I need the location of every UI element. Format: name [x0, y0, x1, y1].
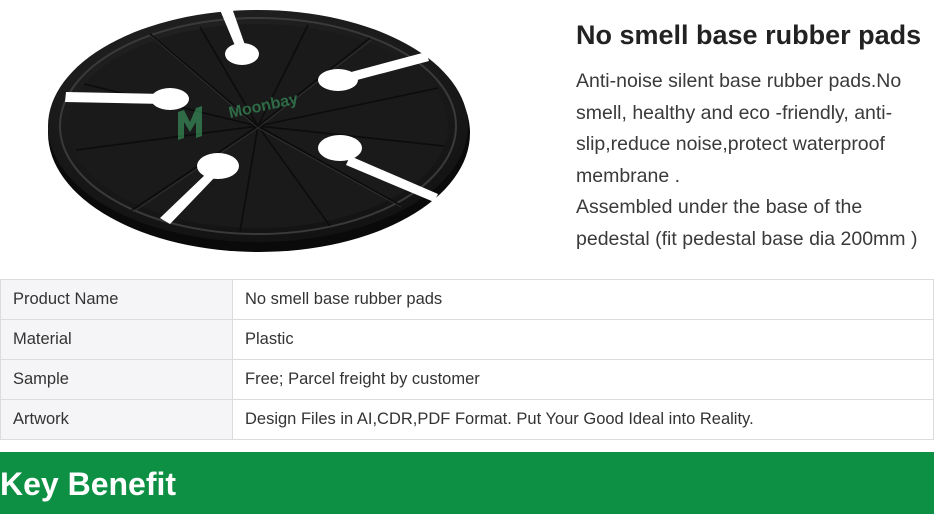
spec-value: Free; Parcel freight by customer	[232, 359, 934, 400]
description-paragraph: Anti-noise silent base rubber pads.No sm…	[576, 70, 902, 187]
table-row: Product Name No smell base rubber pads	[0, 279, 934, 320]
table-row: Sample Free; Parcel freight by customer	[0, 359, 934, 400]
spec-label: Sample	[0, 359, 233, 400]
product-title: No smell base rubber pads	[576, 20, 922, 50]
table-row: Artwork Design Files in AI,CDR,PDF Forma…	[0, 399, 934, 440]
spec-value: Design Files in AI,CDR,PDF Format. Put Y…	[232, 399, 934, 440]
spec-label: Material	[0, 319, 233, 360]
product-description: Anti-noise silent base rubber pads.No sm…	[576, 66, 928, 255]
spec-table: Product Name No smell base rubber pads M…	[0, 279, 934, 440]
product-hero: Moonbay No smell base rubber pads Anti-n…	[0, 0, 934, 270]
product-image: Moonbay	[48, 8, 470, 252]
spec-value: No smell base rubber pads	[232, 279, 934, 320]
description-paragraph: Assembled under the base of the pedestal…	[576, 196, 918, 250]
spec-label: Product Name	[0, 279, 233, 320]
spec-value: Plastic	[232, 319, 934, 360]
table-row: Material Plastic	[0, 319, 934, 360]
section-title: Key Benefit	[0, 466, 177, 502]
spec-label: Artwork	[0, 399, 233, 440]
key-benefit-banner: Key Benefit	[0, 452, 934, 514]
